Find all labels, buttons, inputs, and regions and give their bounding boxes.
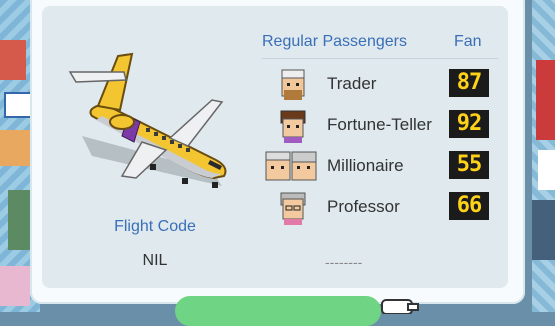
background-building xyxy=(0,40,26,80)
bottom-action-button[interactable] xyxy=(175,296,381,326)
fan-count: 92 xyxy=(449,110,489,138)
passenger-name: Millionaire xyxy=(327,156,404,175)
professor-avatar xyxy=(264,191,320,227)
passenger-row-trader[interactable]: Trader 87 xyxy=(264,66,504,106)
fortune-teller-avatar xyxy=(264,109,320,145)
fan-count: 87 xyxy=(449,69,489,97)
passenger-name: Fortune-Teller xyxy=(327,115,432,134)
pointing-hand-icon xyxy=(380,296,420,315)
empty-passenger-slot: -------- xyxy=(325,254,363,270)
flight-code-label: Flight Code xyxy=(114,218,196,235)
passenger-name: Professor xyxy=(327,197,400,216)
background-flowers xyxy=(0,266,30,306)
passenger-row-professor[interactable]: Professor 66 xyxy=(264,189,504,229)
airplane-icon xyxy=(62,46,242,196)
flight-code-value: NIL xyxy=(142,252,168,269)
passenger-name: Trader xyxy=(327,74,377,93)
passenger-row-millionaire[interactable]: Millionaire 55 xyxy=(264,148,504,188)
passenger-info-dialog: Flight Code NIL Regular Passengers Fan T… xyxy=(30,0,525,304)
millionaire-avatar xyxy=(264,150,320,186)
background-building xyxy=(538,150,555,190)
fan-header: Fan xyxy=(454,33,482,50)
plane-info-card: Flight Code NIL Regular Passengers Fan T… xyxy=(42,6,508,288)
trader-avatar xyxy=(264,68,320,104)
fan-count: 66 xyxy=(449,192,489,220)
fan-count: 55 xyxy=(449,151,489,179)
header-divider xyxy=(262,58,498,59)
passenger-row-fortune-teller[interactable]: Fortune-Teller 92 xyxy=(264,107,504,147)
background-scene-right xyxy=(532,0,555,312)
background-building xyxy=(532,200,555,260)
background-building xyxy=(536,60,555,140)
regular-passengers-header: Regular Passengers xyxy=(262,33,407,50)
